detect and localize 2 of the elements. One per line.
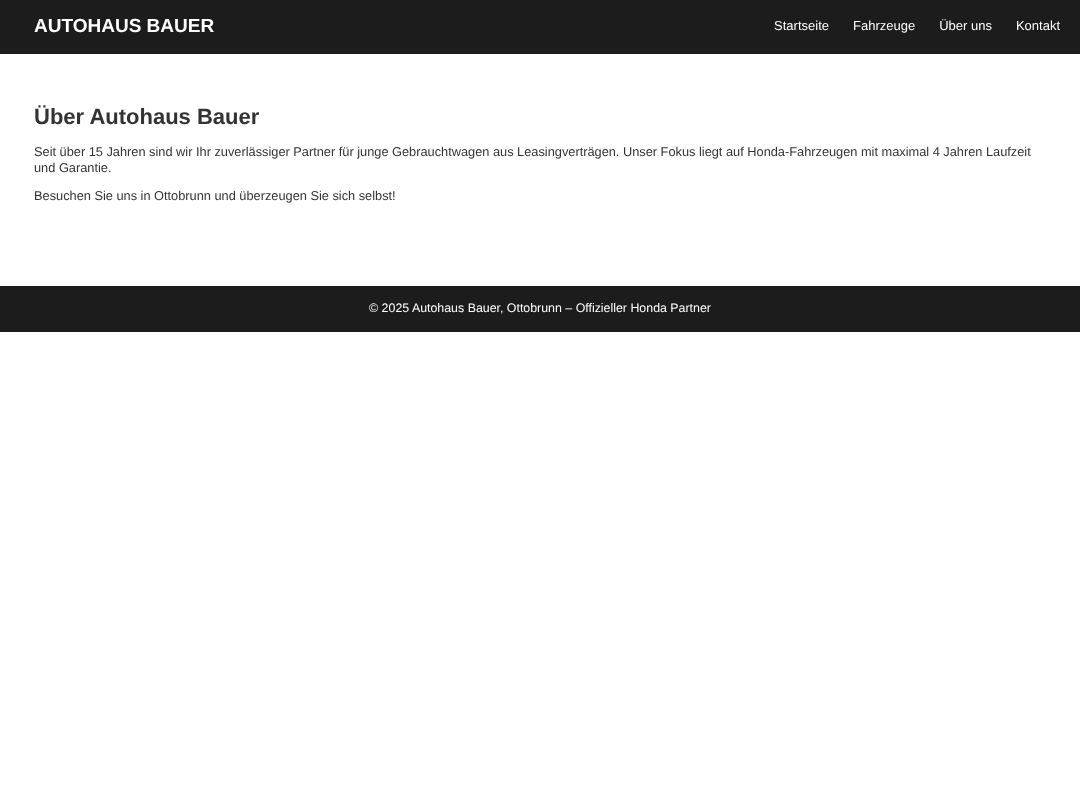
page-heading: Über Autohaus Bauer <box>34 106 262 130</box>
site-logo[interactable]: AUTOHAUS BAUER <box>34 16 215 38</box>
